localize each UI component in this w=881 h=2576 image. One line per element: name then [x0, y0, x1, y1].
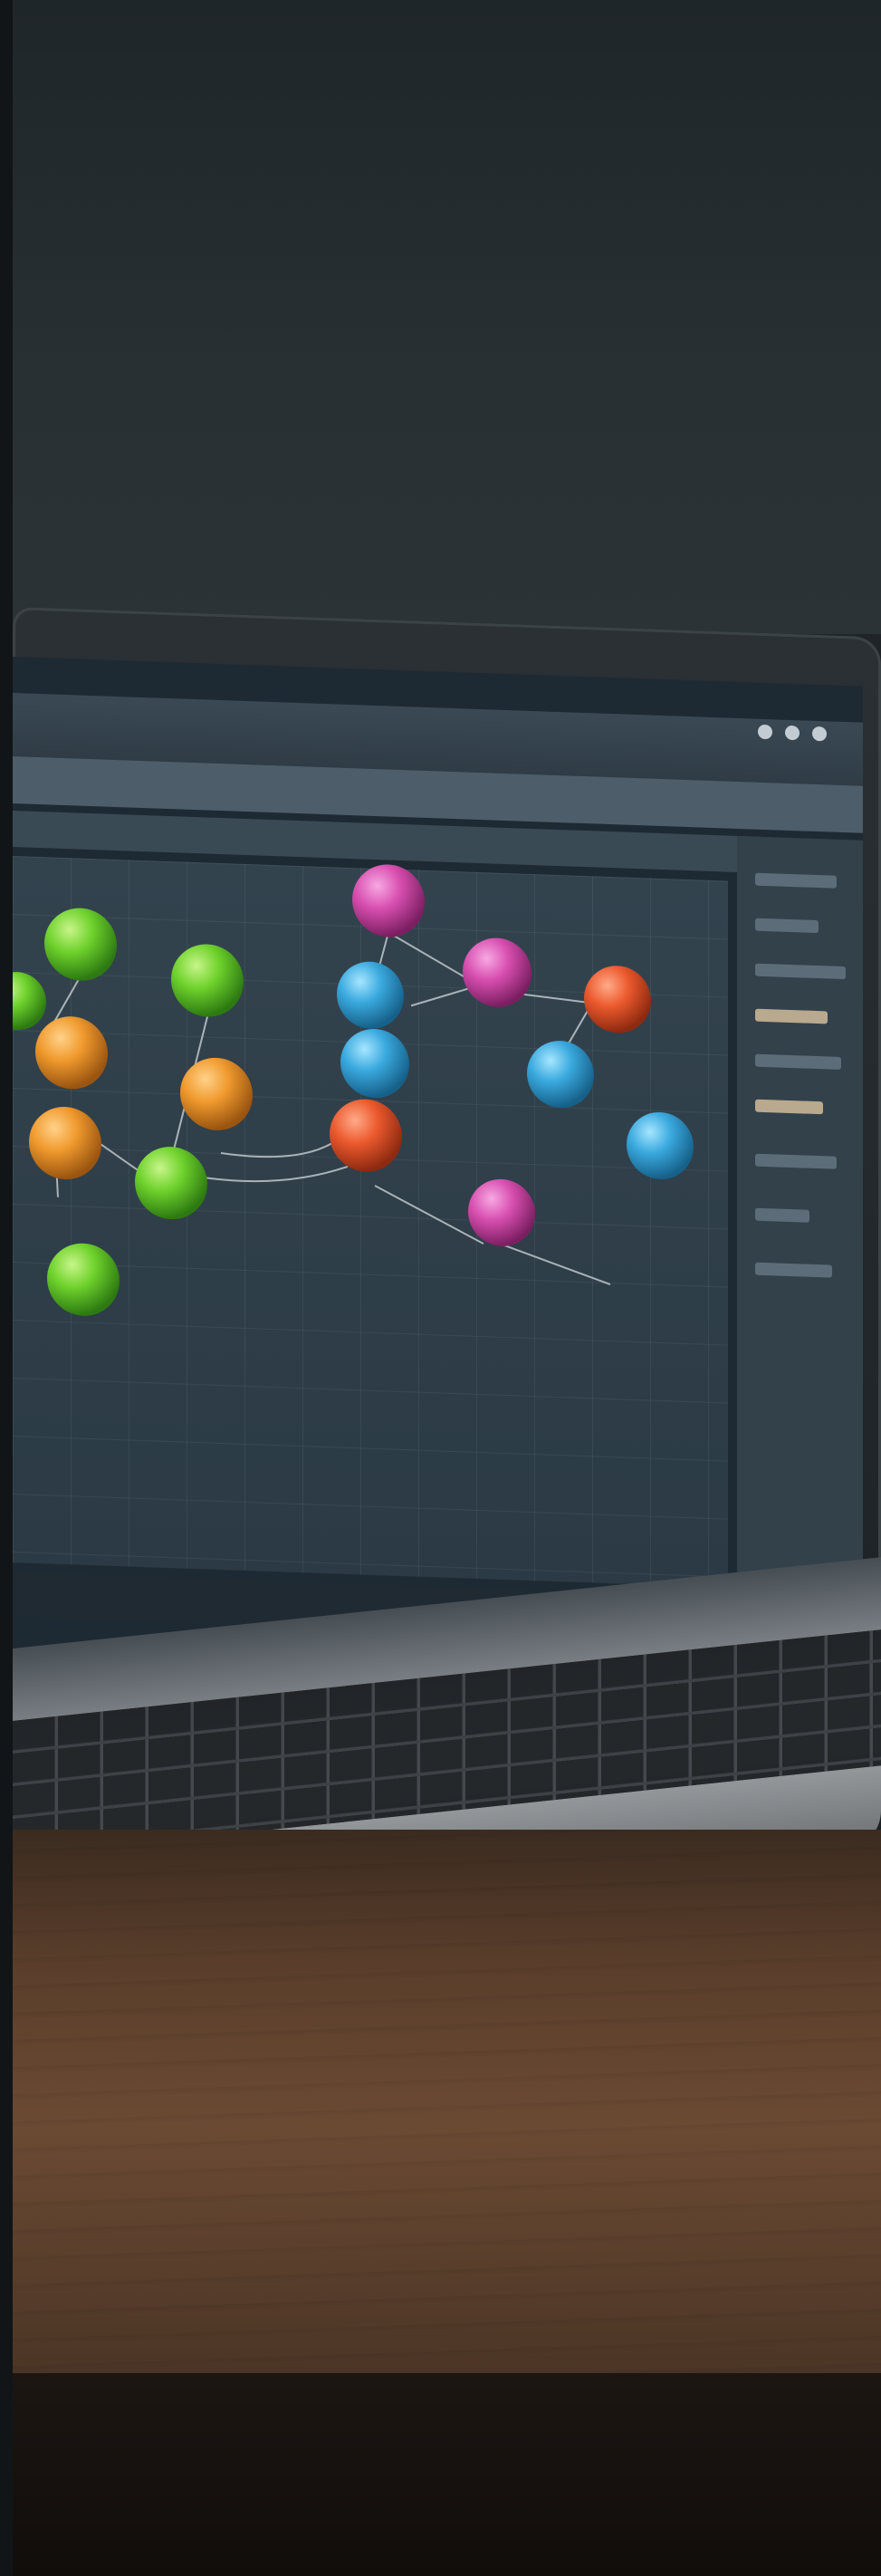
graph-node[interactable]: [180, 1056, 253, 1131]
edge: [501, 1243, 611, 1285]
edge: [184, 1165, 349, 1183]
graph-nodes: [13, 863, 694, 1317]
desk-shadow: [0, 2373, 881, 2576]
network-graph: [13, 863, 694, 1317]
graph-node[interactable]: [13, 971, 46, 1031]
graph-node[interactable]: [468, 1178, 535, 1248]
left-border: [0, 0, 13, 2576]
laptop-screen: [13, 657, 863, 1701]
graph-node[interactable]: [44, 907, 117, 982]
edge: [374, 1185, 484, 1245]
graph-node[interactable]: [584, 965, 651, 1034]
photo-scene: [0, 0, 881, 2576]
graph-node[interactable]: [352, 863, 425, 938]
graph-node[interactable]: [29, 1106, 101, 1181]
graph-node[interactable]: [47, 1242, 120, 1317]
graph-node[interactable]: [463, 937, 531, 1008]
edge: [220, 1138, 340, 1158]
graph-node[interactable]: [35, 1015, 108, 1091]
graph-node[interactable]: [337, 961, 404, 1031]
graph-node[interactable]: [527, 1040, 594, 1110]
graph-node[interactable]: [340, 1028, 409, 1100]
graph-node[interactable]: [627, 1111, 694, 1181]
graph-node[interactable]: [171, 943, 244, 1018]
graph-node[interactable]: [330, 1098, 402, 1173]
graph-node[interactable]: [135, 1146, 207, 1221]
background-wall: [0, 0, 881, 634]
